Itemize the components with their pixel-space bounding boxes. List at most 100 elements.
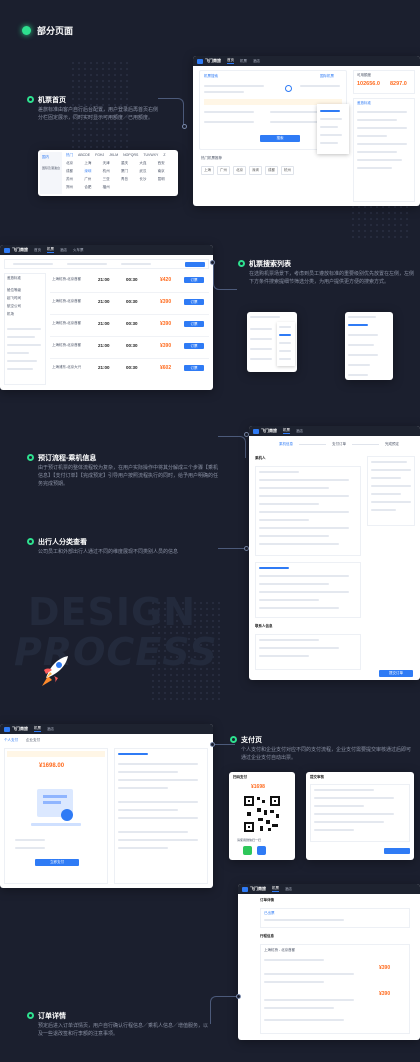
- flight-row[interactable]: 上海虹桥-北京首都 21:00 00:30 ¥420 订票: [50, 275, 209, 293]
- city-option[interactable]: 昆明: [158, 177, 176, 182]
- city-dropdown[interactable]: [317, 104, 349, 154]
- book-button[interactable]: 订票: [184, 365, 204, 371]
- order-status: 已出票: [264, 911, 275, 915]
- hot-city-chip[interactable]: 深圳: [249, 166, 262, 175]
- nav-flight[interactable]: 机票: [240, 59, 247, 64]
- dialog-confirm-button[interactable]: [384, 848, 410, 854]
- city-tab[interactable]: NOPQRS: [123, 153, 138, 158]
- city-tab[interactable]: JKLM: [109, 153, 118, 158]
- city-option[interactable]: 上海: [84, 161, 102, 166]
- filter-title: 差旅标准: [7, 276, 21, 280]
- nav-hotel[interactable]: 酒店: [60, 248, 67, 253]
- pay-amount: ¥1698.00: [39, 763, 65, 769]
- wechat-icon[interactable]: [243, 846, 252, 855]
- search-button[interactable]: 搜索: [260, 135, 300, 142]
- hot-city-chip[interactable]: 杭州: [281, 166, 294, 175]
- city-option[interactable]: 苏州: [66, 177, 84, 182]
- city-option[interactable]: 西安: [158, 161, 176, 166]
- section-desc-payment: 个人支付和企业支付对应不同的支付流程，企业支付需要提交审核通过后即可通过企业支付…: [241, 747, 412, 761]
- hot-city-chip[interactable]: 成都: [265, 166, 278, 175]
- illustration-image: [29, 781, 83, 831]
- city-option[interactable]: 重庆: [121, 161, 139, 166]
- nav-hotel[interactable]: 酒店: [47, 727, 54, 732]
- city-tab[interactable]: Z: [163, 153, 165, 158]
- flight-row[interactable]: 上海虹桥-北京首都 21:00 00:30 ¥390 订票: [50, 297, 209, 315]
- city-picker-popup: 国内 国际及港澳台 热门 ABCDE FGHJ JKLM NOPQRS TUVW…: [38, 150, 178, 196]
- nav-hotel[interactable]: 酒店: [296, 429, 303, 434]
- city-side-intl[interactable]: 国际及港澳台: [42, 166, 62, 170]
- city-option[interactable]: 广州: [84, 177, 102, 182]
- header-dot: [22, 26, 31, 35]
- tab-company-pay[interactable]: 企业支付: [26, 738, 40, 743]
- app-logo: 飞门商旅: [4, 247, 28, 253]
- tab-intl-flight[interactable]: 国际机票: [320, 74, 334, 79]
- hot-city-chip[interactable]: 广州: [217, 166, 230, 175]
- nav-flight[interactable]: 机票: [283, 428, 290, 434]
- step-2: 支付订单: [332, 441, 346, 446]
- city-option[interactable]: 深圳: [84, 169, 102, 174]
- hot-flights-title: 热门机票推荐: [201, 156, 222, 160]
- flight-row[interactable]: 上海浦东-北京大兴 21:00 00:30 ¥602 订票: [50, 363, 209, 381]
- city-tab[interactable]: TUVWXY: [143, 153, 158, 158]
- section-title-home: 机票首页: [38, 97, 66, 104]
- swap-icon[interactable]: [285, 85, 292, 92]
- filter-item[interactable]: 起飞时间: [7, 296, 21, 301]
- order-route: 上海虹桥 - 北京首都: [264, 948, 296, 952]
- section-desc-travelers: 公司员工和外部出行人通过不同的维度展现不同类别人员的信息: [38, 549, 179, 555]
- city-option[interactable]: 合肥: [84, 185, 102, 190]
- home-screenshot: 飞门商旅 首页 机票 酒店 机票搜索 国际机票 搜索 可用额度 102656.0…: [193, 56, 420, 206]
- filter-item[interactable]: 航空公司: [7, 304, 21, 309]
- city-option[interactable]: 福州: [103, 185, 121, 190]
- city-option[interactable]: 郑州: [66, 185, 84, 190]
- city-tab[interactable]: 热门: [66, 153, 73, 158]
- nav-home[interactable]: 首页: [34, 248, 41, 253]
- city-option[interactable]: 厦门: [121, 169, 139, 174]
- tab-flight-search[interactable]: 机票搜索: [204, 74, 218, 79]
- city-option[interactable]: 成都: [66, 169, 84, 174]
- section-desc-search: 在选购机票场景下，考虑到员工遵放标准的重要级别优先放置在左侧，左侧下方条件搜索提…: [249, 271, 415, 285]
- nav-hotel[interactable]: 酒店: [253, 59, 260, 64]
- nav-home[interactable]: 首页: [227, 58, 234, 64]
- book-button[interactable]: 订票: [184, 299, 204, 305]
- section-bullet: [238, 260, 245, 267]
- hot-city-chip[interactable]: 北京: [233, 166, 246, 175]
- payment-screenshot: 飞门商旅 机票 酒店 个人支付 企业支付 ¥1698.00 立即支付: [0, 724, 213, 888]
- city-option[interactable]: 天津: [103, 161, 121, 166]
- qr-caption: 请使用微信扫一扫: [237, 838, 262, 842]
- alipay-icon[interactable]: [257, 846, 266, 855]
- nav-flight[interactable]: 机票: [272, 886, 279, 892]
- filter-item[interactable]: 机场: [7, 312, 14, 317]
- city-option[interactable]: 武汉: [139, 169, 157, 174]
- city-option[interactable]: 长沙: [139, 177, 157, 182]
- submit-order-button[interactable]: 提交订单: [379, 670, 413, 677]
- city-option[interactable]: 北京: [66, 161, 84, 166]
- section-title-payment: 支付页: [241, 737, 262, 744]
- city-option[interactable]: 杭州: [103, 169, 121, 174]
- passenger-title: 乘机人: [255, 456, 266, 460]
- section-title-travelers: 出行人分类查看: [38, 539, 87, 546]
- city-tab[interactable]: ABCDE: [78, 153, 90, 158]
- book-button[interactable]: 订票: [184, 321, 204, 327]
- section-bullet: [27, 454, 34, 461]
- city-option[interactable]: 南京: [158, 169, 176, 174]
- city-tab[interactable]: FGHJ: [95, 153, 104, 158]
- nav-flight[interactable]: 机票: [47, 247, 54, 253]
- hot-city-chip[interactable]: 上海: [201, 166, 214, 175]
- pay-now-button[interactable]: 立即支付: [35, 859, 79, 866]
- flight-row[interactable]: 上海虹桥-北京首都 21:00 00:30 ¥390 订票: [50, 319, 209, 337]
- section-title-order: 订单详情: [38, 1013, 66, 1020]
- city-option[interactable]: 三亚: [103, 177, 121, 182]
- book-button[interactable]: 订票: [184, 277, 204, 283]
- flight-row[interactable]: 上海虹桥-北京首都 21:00 00:30 ¥390 订票: [50, 341, 209, 359]
- book-button[interactable]: 订票: [184, 343, 204, 349]
- nav-hotel[interactable]: 酒店: [285, 887, 292, 892]
- nav-train[interactable]: 火车票: [73, 248, 84, 253]
- filter-item[interactable]: 舱位等级: [7, 288, 21, 293]
- qr-title: 扫码支付: [233, 775, 247, 779]
- tab-personal-pay[interactable]: 个人支付: [4, 738, 18, 743]
- itinerary-title: 行程信息: [260, 934, 274, 938]
- nav-flight[interactable]: 机票: [34, 726, 41, 732]
- city-side-domestic[interactable]: 国内: [42, 155, 49, 160]
- city-option[interactable]: 青岛: [121, 177, 139, 182]
- city-option[interactable]: 大连: [139, 161, 157, 166]
